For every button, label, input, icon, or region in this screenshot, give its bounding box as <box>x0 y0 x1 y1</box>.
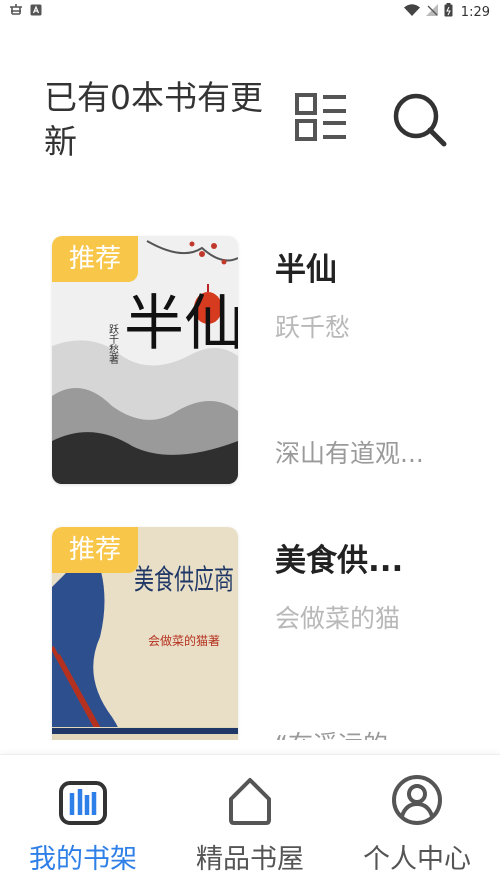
book-cover[interactable]: 半仙 跃千愁著 推荐 <box>52 236 238 484</box>
battery-icon <box>444 3 453 21</box>
tab-label: 精品书屋 <box>196 844 304 875</box>
user-circle-icon <box>392 775 442 825</box>
book-desc: “在遥远的 <box>275 725 388 740</box>
cover-title-art: 半仙 <box>124 289 238 359</box>
bookshelf-icon <box>59 781 107 825</box>
header: 已有0本书有更新 <box>0 74 500 174</box>
bug-icon <box>8 3 24 21</box>
book-author: 会做菜的猫 <box>275 604 401 633</box>
cover-author-art: 会做菜的猫著 <box>148 633 220 648</box>
recommend-tag: 推荐 <box>52 527 138 573</box>
book-author: 跃千愁 <box>275 313 351 342</box>
wifi-icon <box>403 4 420 20</box>
page-title: 已有0本书有更新 <box>44 78 263 161</box>
recommend-tag: 推荐 <box>52 236 138 282</box>
book-desc: 深山有道观... <box>275 439 424 468</box>
status-left <box>8 3 42 21</box>
book-list: 半仙 跃千愁著 推荐 半仙 跃千愁 深山有道观... 美食供应商 会做菜的猫著 … <box>0 230 500 740</box>
status-right: 1:29 <box>403 3 490 21</box>
tab-label: 个人中心 <box>363 844 471 875</box>
search-icon <box>393 93 447 147</box>
no-signal-icon <box>425 4 438 20</box>
status-bar: 1:29 <box>0 0 500 24</box>
tab-label: 我的书架 <box>29 844 137 875</box>
book-cover[interactable]: 美食供应商 会做菜的猫著 推荐 <box>52 527 238 740</box>
tab-bookshelf[interactable]: 我的书架 <box>0 755 166 890</box>
cover-author-art: 跃千愁著 <box>107 324 119 364</box>
layout-toggle-button[interactable] <box>294 92 348 144</box>
tab-bookstore[interactable]: 精品书屋 <box>166 755 334 890</box>
cover-title-art: 美食供应商 <box>134 563 234 596</box>
list-layout-icon <box>295 93 346 141</box>
status-time: 1:29 <box>460 4 490 20</box>
house-icon <box>229 778 271 825</box>
a-notification-icon <box>30 4 42 20</box>
search-button[interactable] <box>392 92 448 148</box>
tab-profile[interactable]: 个人中心 <box>334 755 500 890</box>
book-title: 美食供... <box>275 543 404 579</box>
book-item[interactable]: 美食供应商 会做菜的猫著 推荐 美食供... 会做菜的猫 “在遥远的 <box>0 527 500 740</box>
book-title: 半仙 <box>275 252 337 288</box>
bottom-tab-bar: 我的书架 精品书屋 个人中心 <box>0 754 500 890</box>
book-item[interactable]: 半仙 跃千愁著 推荐 半仙 跃千愁 深山有道观... <box>0 236 500 486</box>
